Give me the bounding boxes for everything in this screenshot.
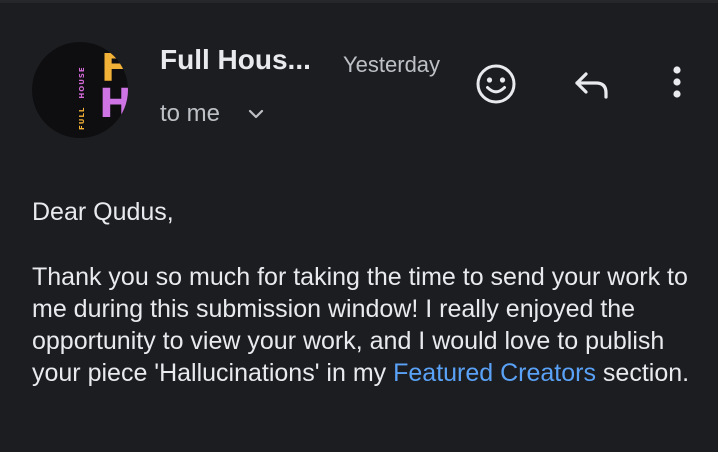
more-vert-icon[interactable] <box>662 62 692 106</box>
reply-icon[interactable] <box>570 62 614 106</box>
avatar-side-text: FULL HOUSE <box>78 66 86 130</box>
message-date: Yesterday <box>343 52 441 77</box>
sender-name[interactable]: Full Hous... <box>160 44 311 76</box>
featured-creators-link[interactable]: Featured Creators <box>393 359 596 387</box>
avatar-side-word-1: FULL <box>78 106 86 130</box>
message-paragraph: Thank you so much for taking the time to… <box>32 261 702 389</box>
sender-avatar[interactable]: FULLHOUSE F H <box>32 42 128 138</box>
message-body: Dear Qudus, Thank you so much for taking… <box>32 196 702 389</box>
top-divider <box>0 0 718 3</box>
recipient-label[interactable]: to me <box>160 100 220 128</box>
chevron-down-icon[interactable] <box>246 104 266 124</box>
greeting: Dear Qudus, <box>32 198 174 226</box>
paragraph-text-end: section. <box>595 359 690 387</box>
add-reaction-icon[interactable] <box>474 62 518 106</box>
email-view: FULLHOUSE F H Full Hous... Yesterday to … <box>0 0 718 452</box>
avatar-side-word-2: HOUSE <box>78 66 86 99</box>
avatar-letter-bottom: H <box>99 81 128 127</box>
